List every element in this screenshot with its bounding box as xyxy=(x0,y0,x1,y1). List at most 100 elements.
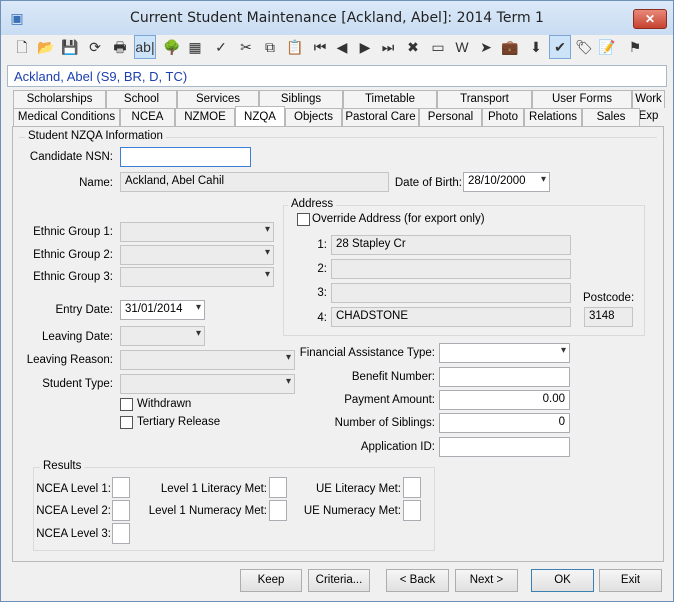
address-line-4-field[interactable]: CHADSTONE xyxy=(331,307,571,327)
tab-objects[interactable]: Objects xyxy=(285,108,342,126)
tab-transport[interactable]: Transport xyxy=(437,90,532,108)
delete-icon[interactable]: ✖ xyxy=(402,35,424,59)
tab-pastoral-care[interactable]: Pastoral Care xyxy=(342,108,419,126)
student-type-label: Student Type: xyxy=(42,378,113,390)
address-line-4-label: 4: xyxy=(317,312,327,324)
chevron-down-icon: ▾ xyxy=(264,269,270,280)
financial-assistance-label: Financial Assistance Type: xyxy=(299,347,435,359)
dob-value: 28/10/2000 xyxy=(468,175,526,187)
close-button[interactable]: ✕ xyxy=(633,9,667,29)
ncea-level-3-label: NCEA Level 3: xyxy=(36,528,111,540)
keep-button[interactable]: Keep xyxy=(240,569,302,592)
tab-timetable[interactable]: Timetable xyxy=(343,90,437,108)
chevron-down-icon: ▾ xyxy=(285,376,291,387)
name-field: Ackland, Abel Cahil xyxy=(120,172,389,192)
print-icon[interactable]: 🖶 xyxy=(109,35,131,59)
next-button[interactable]: Next > xyxy=(455,569,518,592)
tab-user-forms[interactable]: User Forms xyxy=(532,90,632,108)
forward-icon[interactable]: ➤ xyxy=(475,35,497,59)
tab-nzqa[interactable]: NZQA xyxy=(235,106,285,126)
override-address-label: Override Address (for export only) xyxy=(312,213,485,225)
number-of-siblings-input[interactable]: 0 xyxy=(439,413,570,433)
toolbar: 🗋 📂 💾 ⟳ 🖶 ab| 🌳 ▦ ✓ ✂ ⧉ 📋 ⏮ ◀ ▶ ⏭ ✖ ▭ W ➤ 💼 ⬇ ✔ 🏷 📝 ⚑ xyxy=(7,35,667,59)
level-1-numeracy-label: Level 1 Numeracy Met: xyxy=(148,505,267,517)
tab-sales[interactable]: Sales xyxy=(582,108,640,126)
leaving-date-select[interactable]: ▾ xyxy=(120,326,205,346)
tab-ncea[interactable]: NCEA xyxy=(120,108,175,126)
entry-date-select[interactable]: 31/01/2014 ▾ xyxy=(120,300,205,320)
spellcheck-icon[interactable]: ✓ xyxy=(210,35,232,59)
calculator-icon[interactable]: ▦ xyxy=(184,35,206,59)
back-button[interactable]: < Back xyxy=(386,569,449,592)
tab-medical-conditions[interactable]: Medical Conditions xyxy=(13,108,120,126)
criteria-button[interactable]: Criteria... xyxy=(308,569,370,592)
chevron-down-icon: ▾ xyxy=(285,352,291,363)
student-type-select[interactable]: ▾ xyxy=(120,374,295,394)
application-id-input[interactable] xyxy=(439,437,570,457)
candidate-nsn-input[interactable] xyxy=(120,147,251,167)
tab-relations[interactable]: Relations xyxy=(524,108,582,126)
postcode-field[interactable]: 3148 xyxy=(584,307,633,327)
paste-icon[interactable]: 📋 xyxy=(284,35,306,59)
cut-icon[interactable]: ✂ xyxy=(235,35,257,59)
first-record-icon[interactable]: ⏮ xyxy=(309,35,331,59)
tag-icon[interactable]: 🏷 xyxy=(573,35,595,59)
ok-button[interactable]: OK xyxy=(531,569,594,592)
withdrawn-label: Withdrawn xyxy=(137,398,192,410)
exit-button[interactable]: Exit xyxy=(599,569,662,592)
benefit-number-label: Benefit Number: xyxy=(351,371,435,383)
window-title: Current Student Maintenance [Ackland, Ab… xyxy=(130,10,544,26)
benefit-number-input[interactable] xyxy=(439,367,570,387)
tab-nzmoe[interactable]: NZMOE xyxy=(175,108,235,126)
address-line-2-field[interactable] xyxy=(331,259,571,279)
nzqa-info-title: Student NZQA Information xyxy=(25,130,166,142)
field-icon[interactable]: ab| xyxy=(134,35,156,59)
tab-work-exp[interactable]: Work Exp xyxy=(632,90,665,122)
card-icon[interactable]: ▭ xyxy=(427,35,449,59)
address-line-3-label: 3: xyxy=(317,287,327,299)
financial-assistance-select[interactable]: ▾ xyxy=(439,343,570,363)
dob-select[interactable]: 28/10/2000 ▾ xyxy=(463,172,550,192)
approve-icon[interactable]: ✔ xyxy=(549,35,571,59)
chevron-down-icon: ▾ xyxy=(560,345,566,356)
tree-icon[interactable]: 🌳 xyxy=(161,35,183,59)
ue-literacy-label: UE Literacy Met: xyxy=(316,483,401,495)
leaving-reason-select[interactable]: ▾ xyxy=(120,350,295,370)
last-record-icon[interactable]: ⏭ xyxy=(377,35,399,59)
override-address-checkbox[interactable] xyxy=(297,213,310,226)
ethnic-group-3-select[interactable]: ▾ xyxy=(120,267,274,287)
refresh-icon[interactable]: ⟳ xyxy=(84,35,106,59)
level-1-numeracy-box xyxy=(269,500,287,521)
tab-scholarships[interactable]: Scholarships xyxy=(13,90,106,108)
payment-amount-input[interactable]: 0.00 xyxy=(439,390,570,410)
withdrawn-checkbox[interactable] xyxy=(120,398,133,411)
flag-icon[interactable]: ⚑ xyxy=(624,35,646,59)
briefcase-icon[interactable]: 💼 xyxy=(499,35,521,59)
save-icon[interactable]: 💾 xyxy=(59,35,81,59)
word-icon[interactable]: W xyxy=(451,35,473,59)
open-folder-icon[interactable]: 📂 xyxy=(35,35,57,59)
address-line-1-field[interactable]: 28 Stapley Cr xyxy=(331,235,571,255)
dob-label: Date of Birth: xyxy=(394,177,462,189)
copy-icon[interactable]: ⧉ xyxy=(259,35,281,59)
address-line-3-field[interactable] xyxy=(331,283,571,303)
ethnic-group-1-select[interactable]: ▾ xyxy=(120,222,274,242)
chevron-down-icon: ▾ xyxy=(195,328,201,339)
ue-literacy-box xyxy=(403,477,421,498)
tab-school[interactable]: School xyxy=(106,90,177,108)
tertiary-release-checkbox[interactable] xyxy=(120,416,133,429)
clipboard-check-icon[interactable]: 📝 xyxy=(596,35,618,59)
ncea-level-1-label: NCEA Level 1: xyxy=(36,483,111,495)
leaving-date-label: Leaving Date: xyxy=(42,331,113,343)
level-1-literacy-label: Level 1 Literacy Met: xyxy=(160,483,267,495)
next-record-icon[interactable]: ▶ xyxy=(354,35,376,59)
ethnic-group-2-label: Ethnic Group 2: xyxy=(33,249,113,261)
previous-record-icon[interactable]: ◀ xyxy=(331,35,353,59)
ue-numeracy-box xyxy=(403,500,421,521)
tab-photo[interactable]: Photo xyxy=(482,108,524,126)
download-icon[interactable]: ⬇ xyxy=(525,35,547,59)
chevron-down-icon: ▾ xyxy=(540,174,546,185)
tab-personal[interactable]: Personal xyxy=(419,108,482,126)
ethnic-group-2-select[interactable]: ▾ xyxy=(120,245,274,265)
new-icon[interactable]: 🗋 xyxy=(11,35,33,59)
